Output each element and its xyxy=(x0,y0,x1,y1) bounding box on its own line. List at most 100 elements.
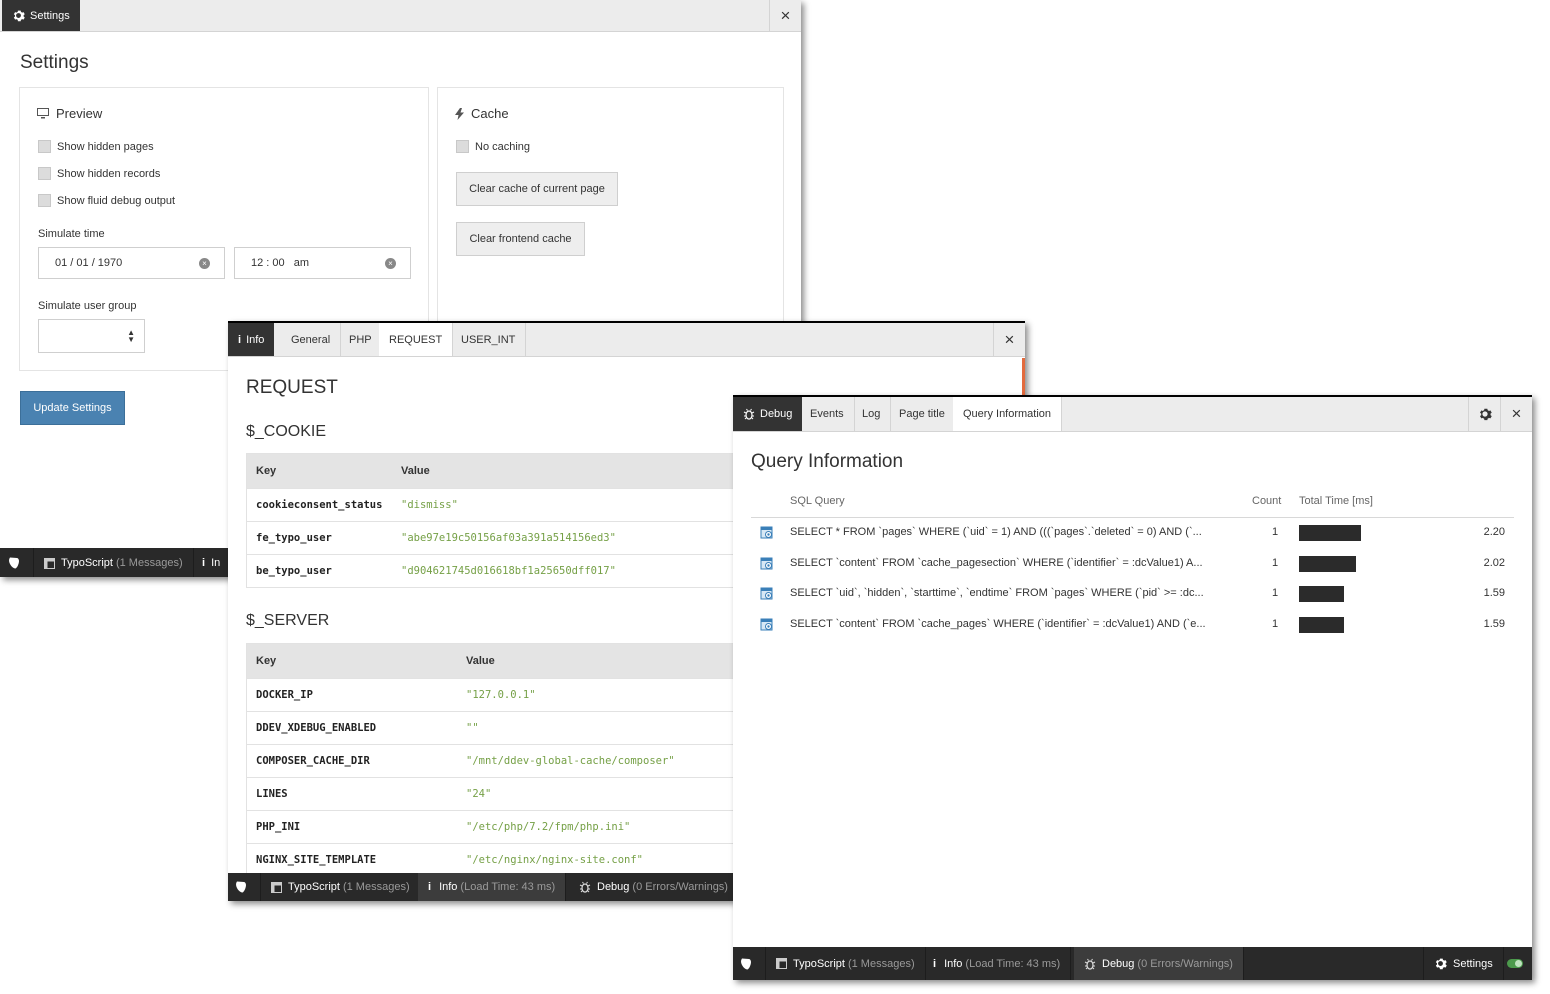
checkbox[interactable] xyxy=(38,140,51,153)
toolbar-typoscript[interactable]: TypoScript (1 Messages) xyxy=(766,947,926,980)
query-time: 2.20 xyxy=(1483,526,1505,538)
typo3-icon xyxy=(8,557,19,569)
checkbox[interactable] xyxy=(456,140,469,153)
clear-frontend-cache-button[interactable]: Clear frontend cache xyxy=(456,222,585,256)
tab-request[interactable]: REQUEST xyxy=(379,323,454,356)
query-time-bar xyxy=(1299,586,1344,602)
clear-icon[interactable]: × xyxy=(385,258,396,269)
settings-close-button[interactable]: × xyxy=(769,0,801,31)
gear-icon xyxy=(1435,958,1447,970)
tab-php[interactable]: PHP xyxy=(339,323,383,356)
tab-log[interactable]: Log xyxy=(852,397,892,431)
toolbar-info[interactable]: i Info (Load Time: 43 ms) xyxy=(418,873,567,901)
simulate-time-label: Simulate time xyxy=(38,228,105,240)
checkbox-show-hidden-records[interactable]: Show hidden records xyxy=(38,167,160,180)
toolbar-typoscript[interactable]: TypoScript (1 Messages) xyxy=(261,873,421,901)
col-count: Count xyxy=(1252,495,1282,507)
typoscript-icon xyxy=(44,557,55,569)
simulate-user-group-select[interactable]: ▲ ▼ xyxy=(38,319,145,353)
query-sql: SELECT `content` FROM `cache_pages` WHER… xyxy=(790,617,1206,630)
simulate-user-group-label: Simulate user group xyxy=(38,300,137,312)
toolbar-debug[interactable]: Debug (0 Errors/Warnings) xyxy=(569,873,739,901)
col-key: Key xyxy=(247,454,392,488)
request-heading: REQUEST xyxy=(246,377,338,398)
toggle-knob xyxy=(1515,960,1522,967)
cache-title: Cache xyxy=(455,106,509,121)
toolbar-typoscript[interactable]: TypoScript (1 Messages) xyxy=(34,548,194,577)
query-time: 1.59 xyxy=(1483,617,1505,630)
toolbar-debug[interactable]: Debug (0 Errors/Warnings) xyxy=(1074,947,1244,980)
col-sql-query: SQL Query xyxy=(790,495,845,507)
simulate-time-input[interactable]: 12 : 00 am × xyxy=(234,247,411,279)
clear-current-cache-button[interactable]: Clear cache of current page xyxy=(456,172,618,206)
query-row[interactable]: SELECT * FROM `pages` WHERE (`uid` = 1) … xyxy=(751,518,1514,548)
tab-debug[interactable]: Debug xyxy=(733,397,803,431)
query-count: 1 xyxy=(1272,556,1279,569)
typo3-logo[interactable] xyxy=(228,873,261,901)
monitor-icon xyxy=(37,108,49,119)
checkbox-show-hidden-pages[interactable]: Show hidden pages xyxy=(38,140,154,153)
bug-icon xyxy=(743,408,755,420)
tab-info[interactable]: i Info xyxy=(228,323,275,356)
info-icon: i xyxy=(933,957,937,970)
cookie-heading: $_COOKIE xyxy=(246,423,327,440)
server-heading: $_SERVER xyxy=(246,612,330,629)
checkbox-no-caching[interactable]: No caching xyxy=(456,140,530,153)
gear-icon xyxy=(12,9,25,22)
col-key: Key xyxy=(247,644,457,678)
query-sql: SELECT `uid`, `hidden`, `starttime`, `en… xyxy=(790,587,1204,599)
toolbar-info[interactable]: i In xyxy=(192,548,230,577)
query-row[interactable]: SELECT `content` FROM `cache_pages` WHER… xyxy=(751,610,1514,640)
update-settings-button[interactable]: Update Settings xyxy=(20,391,125,425)
toolbar-info[interactable]: i Info (Load Time: 43 ms) xyxy=(923,947,1072,980)
checkbox[interactable] xyxy=(38,194,51,207)
clear-icon[interactable]: × xyxy=(199,258,210,269)
tab-settings[interactable]: Settings xyxy=(2,0,80,31)
bug-icon xyxy=(579,881,591,893)
tab-query-information[interactable]: Query Information xyxy=(953,397,1063,431)
debug-toolbar: TypoScript (1 Messages) i Info (Load Tim… xyxy=(733,947,1532,980)
query-time: 2.02 xyxy=(1483,556,1505,569)
preview-title: Preview xyxy=(37,106,102,121)
info-icon: i xyxy=(428,881,432,893)
info-icon: i xyxy=(238,333,242,346)
select-arrows-icon: ▲ ▼ xyxy=(127,328,135,344)
query-row[interactable]: SELECT `content` FROM `cache_pagesection… xyxy=(751,549,1514,579)
checkbox-show-fluid-debug[interactable]: Show fluid debug output xyxy=(38,194,175,207)
tab-page-title[interactable]: Page title xyxy=(889,397,956,431)
bug-icon xyxy=(1084,958,1096,970)
cache-card: Cache No caching Clear cache of current … xyxy=(437,87,784,327)
info-icon: i xyxy=(202,557,206,569)
query-time-bar xyxy=(1299,525,1361,541)
query-sql: SELECT `content` FROM `cache_pagesection… xyxy=(790,556,1203,569)
query-detail-icon[interactable] xyxy=(760,557,774,574)
query-detail-icon[interactable] xyxy=(760,587,774,604)
checkbox[interactable] xyxy=(38,167,51,180)
toolbar-settings[interactable]: Settings xyxy=(1423,947,1504,980)
query-sql: SELECT * FROM `pages` WHERE (`uid` = 1) … xyxy=(790,526,1202,538)
query-time-bar xyxy=(1299,555,1356,572)
tab-events[interactable]: Events xyxy=(800,397,855,431)
debug-settings-button[interactable] xyxy=(1468,397,1500,431)
typo3-logo[interactable] xyxy=(0,548,34,577)
simulate-date-input[interactable]: 01 / 01 / 1970 × xyxy=(38,247,225,279)
typoscript-icon xyxy=(776,958,787,969)
request-close-button[interactable]: × xyxy=(993,323,1025,356)
toggle-switch[interactable] xyxy=(1507,959,1523,968)
query-row[interactable]: SELECT `uid`, `hidden`, `starttime`, `en… xyxy=(751,579,1514,609)
tab-general[interactable]: General xyxy=(281,323,342,356)
debug-panel: Debug Events Log Page title Query Inform… xyxy=(733,395,1532,980)
typo3-icon xyxy=(236,881,246,893)
debug-close-button[interactable]: × xyxy=(1500,397,1532,431)
scroll-accent xyxy=(1022,358,1025,398)
query-count: 1 xyxy=(1272,526,1279,538)
query-detail-icon[interactable] xyxy=(760,618,774,635)
tab-user-int[interactable]: USER_INT xyxy=(451,323,527,356)
typo3-logo[interactable] xyxy=(733,947,766,980)
query-detail-icon[interactable] xyxy=(760,526,774,543)
toolbar-toggle[interactable] xyxy=(1499,947,1531,980)
query-table: SQL Query Count Total Time [ms] SELECT *… xyxy=(751,489,1514,639)
settings-heading: Settings xyxy=(20,52,89,73)
typoscript-icon xyxy=(271,881,282,893)
tab-settings-label: Settings xyxy=(30,9,70,22)
